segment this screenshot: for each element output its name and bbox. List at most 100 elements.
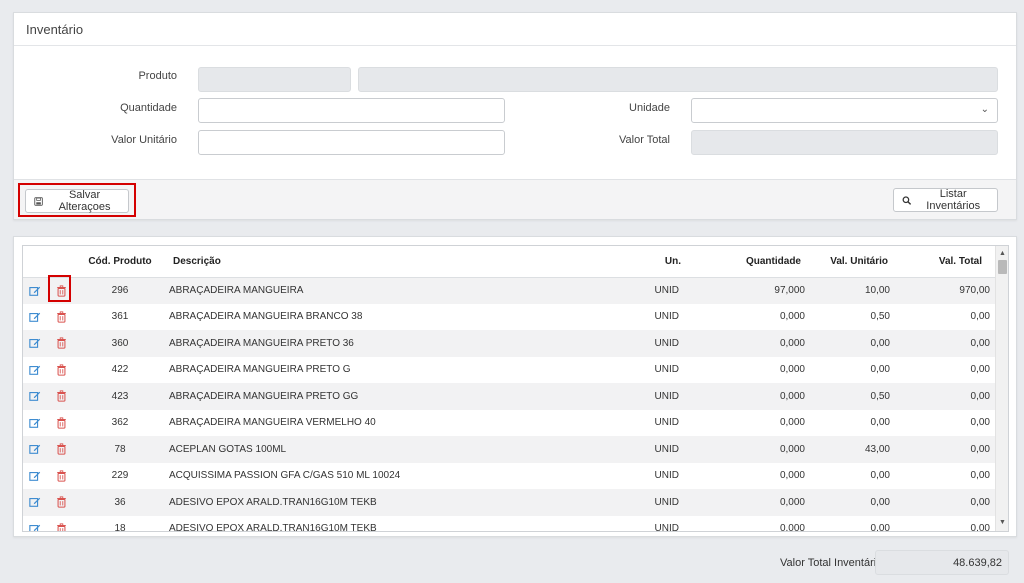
produto-label: Produto (138, 70, 177, 82)
cell-quantidade: 0,000 (779, 417, 805, 429)
produto-description-field[interactable] (358, 67, 998, 92)
save-icon (34, 196, 43, 206)
cell-quantidade: 0,000 (779, 470, 805, 482)
valor-unitario-input[interactable] (198, 130, 505, 155)
cell-val-unitario: 0,00 (870, 470, 890, 482)
cell-descricao: ADESIVO EPOX ARALD.TRAN16G10M TEKB (165, 489, 565, 516)
cell-quantidade: 0,000 (705, 436, 809, 463)
trash-icon[interactable] (47, 330, 75, 357)
cell-codigo: 78 (75, 436, 165, 463)
trash-icon[interactable] (47, 304, 75, 331)
cell-val-unitario: 43,00 (809, 436, 896, 463)
highlight-box-delete (48, 275, 71, 302)
table-row[interactable]: 423 ABRAÇADEIRA MANGUEIRA PRETO GG UNID 0,0… (23, 383, 996, 410)
cell-val-unitario: 0,00 (809, 489, 896, 516)
cell-codigo: 296 (75, 277, 165, 304)
total-inventory-value: 48.639,82 (875, 550, 1009, 575)
edit-icon[interactable] (23, 277, 47, 304)
header-quantidade[interactable]: Quantidade (705, 246, 809, 278)
trash-icon[interactable] (47, 383, 75, 410)
edit-icon[interactable] (23, 304, 47, 331)
cell-val-unitario: 0,00 (870, 364, 890, 376)
header-descricao[interactable]: Descrição (165, 246, 565, 278)
table-body: 296 ABRAÇADEIRA MANGUEIRA UNID 97,000 10,00 9… (23, 277, 996, 532)
edit-icon[interactable] (23, 516, 47, 531)
search-icon (902, 195, 912, 205)
table-container: Cód. Produto Descrição Un. Quantidade Va… (22, 245, 1009, 532)
cell-unidade: UNID (565, 330, 705, 357)
list-inventories-label: Listar Inventários (926, 188, 981, 212)
cell-val-unitario: 0,50 (809, 383, 896, 410)
table-row[interactable]: 361 ABRAÇADEIRA MANGUEIRA BRANCO 38 UNID 0,… (23, 304, 996, 331)
trash-icon[interactable] (47, 436, 75, 463)
edit-icon[interactable] (23, 489, 47, 516)
cell-unidade: UNID (565, 436, 705, 463)
header-delete (47, 246, 75, 278)
valor-total-field[interactable] (691, 130, 998, 155)
table-row[interactable]: 78 ACEPLAN GOTAS 100ML UNID 0,000 43,00 0,00 (23, 436, 996, 463)
cell-descricao: ABRAÇADEIRA MANGUEIRA BRANCO 38 (169, 311, 363, 323)
valor-total-label: Valor Total (619, 134, 670, 146)
table-row[interactable]: 18 ADESIVO EPOX ARALD.TRAN16G10M TEKB UNID… (23, 516, 996, 532)
edit-icon[interactable] (23, 330, 47, 357)
cell-unidade: UNID (565, 489, 705, 516)
header-val-total[interactable]: Val. Total (896, 246, 996, 278)
cell-val-total: 0,00 (970, 470, 990, 482)
cell-codigo: 423 (75, 383, 165, 410)
table-scrollbar[interactable]: ▲ ▼ (995, 246, 1008, 531)
unidade-select[interactable]: ⌄ (691, 98, 998, 123)
edit-icon[interactable] (23, 436, 47, 463)
table-row[interactable]: 362 ABRAÇADEIRA MANGUEIRA VERMELHO 40 UNID… (23, 410, 996, 437)
produto-code-field[interactable] (198, 67, 351, 92)
table-row[interactable]: 360 ABRAÇADEIRA MANGUEIRA PRETO 36 UNID 0,0… (23, 330, 996, 357)
cell-descricao: ACEPLAN GOTAS 100ML (165, 436, 565, 463)
save-button-label: Salvar Alteraçoes (58, 189, 111, 213)
trash-icon[interactable] (47, 410, 75, 437)
save-button[interactable]: Salvar Alteraçoes (25, 189, 129, 213)
cell-val-total: 0,00 (896, 436, 996, 463)
cell-codigo: 422 (111, 364, 129, 376)
list-inventories-button[interactable]: Listar Inventários (893, 188, 998, 212)
cell-codigo: 362 (111, 417, 129, 429)
cell-unidade: UNID (565, 383, 705, 410)
cell-descricao: ABRAÇADEIRA MANGUEIRA PRETO GG (165, 383, 565, 410)
trash-icon[interactable] (47, 357, 75, 384)
valor-unitario-label: Valor Unitário (111, 134, 177, 146)
trash-icon[interactable] (47, 489, 75, 516)
table-row[interactable]: 229 ACQUISSIMA PASSION GFA C/GAS 510 ML 1… (23, 463, 996, 490)
table-header-row: Cód. Produto Descrição Un. Quantidade Va… (23, 246, 996, 278)
quantidade-input[interactable] (198, 98, 505, 123)
trash-icon[interactable] (47, 463, 75, 490)
edit-icon[interactable] (23, 383, 47, 410)
cell-quantidade: 0,000 (779, 523, 805, 532)
table-row[interactable]: 296 ABRAÇADEIRA MANGUEIRA UNID 97,000 10,00 9… (23, 277, 996, 304)
scroll-up-arrow[interactable]: ▲ (996, 248, 1008, 260)
cell-codigo: 18 (114, 523, 126, 532)
edit-icon[interactable] (23, 410, 47, 437)
header-codigo[interactable]: Cód. Produto (75, 246, 165, 278)
cell-val-total: 0,00 (896, 489, 996, 516)
cell-quantidade: 97,000 (705, 277, 809, 304)
scroll-thumb[interactable] (998, 260, 1007, 274)
cell-val-total: 0,00 (896, 383, 996, 410)
cell-val-total: 0,00 (970, 311, 990, 323)
cell-unidade: UNID (654, 470, 679, 482)
cell-val-total: 970,00 (896, 277, 996, 304)
cell-descricao: ACQUISSIMA PASSION GFA C/GAS 510 ML 1002… (169, 470, 401, 482)
header-val-unitario[interactable]: Val. Unitário (809, 246, 896, 278)
edit-icon[interactable] (23, 357, 47, 384)
table-row[interactable]: 36 ADESIVO EPOX ARALD.TRAN16G10M TEKB UNID… (23, 489, 996, 516)
table-row[interactable]: 422 ABRAÇADEIRA MANGUEIRA PRETO G UNID 0,00… (23, 357, 996, 384)
cell-unidade: UNID (654, 311, 679, 323)
inventory-form-panel: Inventário Produto Quantidade Unidade ⌄ … (13, 12, 1017, 220)
total-inventory-label: Valor Total Inventário (780, 557, 883, 569)
scroll-down-arrow[interactable]: ▼ (996, 517, 1008, 529)
edit-icon[interactable] (23, 463, 47, 490)
cell-unidade: UNID (654, 364, 679, 376)
quantidade-label: Quantidade (120, 102, 177, 114)
cell-unidade: UNID (654, 417, 679, 429)
cell-descricao: ADESIVO EPOX ARALD.TRAN16G10M TEKB (169, 523, 377, 532)
header-unidade[interactable]: Un. (565, 246, 705, 278)
trash-icon[interactable] (47, 516, 75, 531)
cell-descricao: ABRAÇADEIRA MANGUEIRA (165, 277, 565, 304)
